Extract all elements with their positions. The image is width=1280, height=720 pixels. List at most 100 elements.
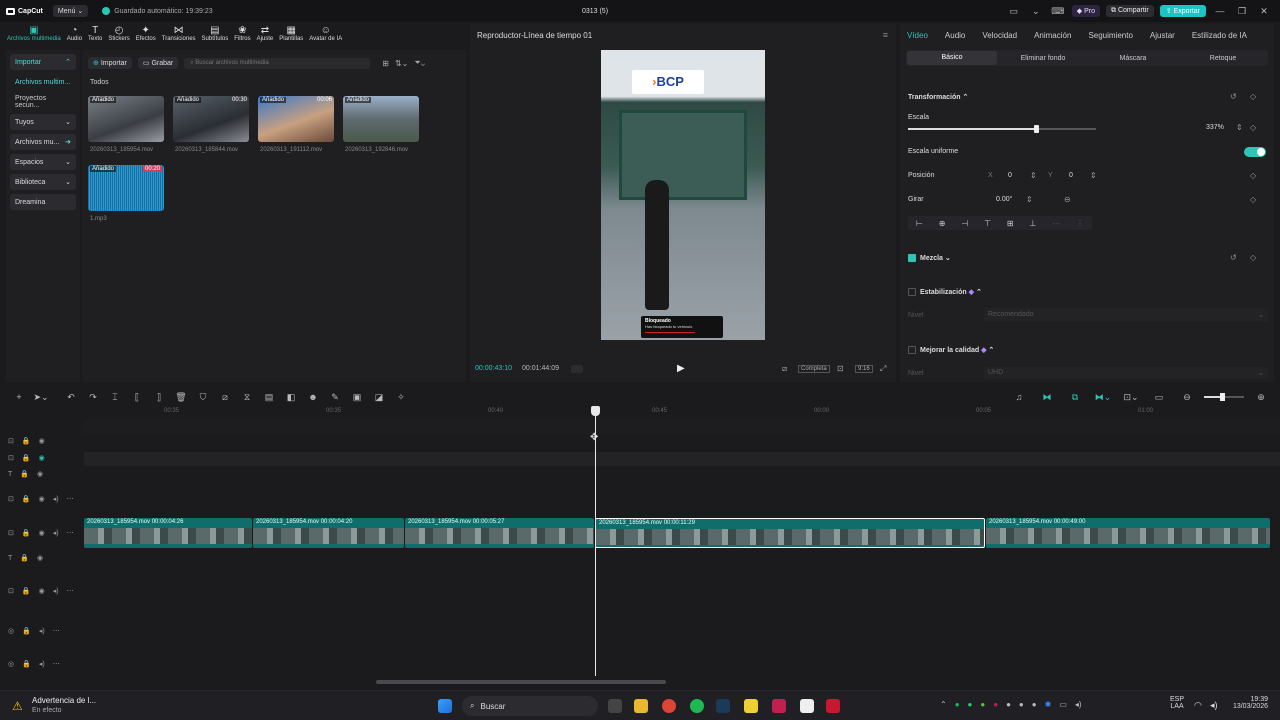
lock-icon[interactable]: 🔒 [22, 495, 31, 503]
quality-checkbox[interactable] [908, 346, 916, 354]
language-indicator[interactable]: ESP LAA [1170, 696, 1184, 710]
stepper-icon[interactable]: ⇕ [1030, 171, 1037, 180]
media-search-input[interactable]: ⌕ Buscar archivos multimedia [184, 57, 371, 69]
subtab-basic[interactable]: Básico [907, 51, 997, 65]
restore-icon[interactable]: ❐ [1234, 6, 1250, 17]
lock-icon[interactable]: 🔒 [22, 660, 31, 668]
steam-icon[interactable] [716, 699, 730, 713]
spotify-icon[interactable] [690, 699, 704, 713]
image-icon[interactable]: ◪ [368, 392, 390, 403]
keyframe-icon[interactable]: ◇ [1250, 253, 1256, 262]
tool-templates[interactable]: ▦ Plantillas [276, 22, 306, 48]
timeline-ruler[interactable]: 00:35 00:35 00:40 00:45 00:00 00:05 01:0… [84, 406, 1280, 418]
quality-mode[interactable]: Completa [798, 365, 830, 373]
tool-effects[interactable]: ✦ Efectos [133, 22, 159, 48]
playhead-handle[interactable] [591, 406, 600, 416]
tool-adjust[interactable]: ⇄ Ajuste [254, 22, 277, 48]
filter-all-label[interactable]: Todos [90, 79, 109, 86]
video-clip[interactable]: 20260313_185954.mov 00:00:04:20 [253, 518, 404, 548]
export-button[interactable]: ⇪ Exportar [1159, 5, 1206, 17]
sidebar-item-spaces[interactable]: Espacios ⌄ [10, 154, 76, 170]
notification-title[interactable]: Advertencia de l... [32, 696, 96, 705]
subtab-mask[interactable]: Máscara [1088, 55, 1178, 62]
keyframe-icon[interactable]: ◇ [1250, 92, 1256, 101]
mirror-icon[interactable]: ◧ [280, 392, 302, 403]
chevron-down-icon[interactable]: ⌄ [1028, 6, 1044, 17]
whatsapp-icon[interactable]: ● [968, 700, 973, 709]
speed-icon[interactable]: ⧖ [236, 392, 258, 403]
eye-icon[interactable]: ◉ [37, 470, 43, 478]
project-title[interactable]: 0313 (5) [560, 8, 630, 15]
keyboard-icon[interactable]: ⌨ [1050, 6, 1066, 17]
tab-ai-style[interactable]: Estilizado de IA [1192, 31, 1247, 40]
eye-icon[interactable]: ◉ [39, 437, 45, 445]
crop-icon[interactable]: ⧄ [782, 364, 787, 374]
rotate-input[interactable]: 0.00° [996, 196, 1012, 203]
stepper-icon[interactable]: ⇕ [1090, 171, 1097, 180]
scale-value[interactable]: 337% [1206, 124, 1224, 131]
sidebar-item-import[interactable]: Importar ⌃ [10, 54, 76, 70]
timeline-scrollbar[interactable] [376, 680, 666, 684]
pos-y-input[interactable]: 0 [1069, 172, 1073, 179]
windows-start-icon[interactable] [438, 699, 452, 713]
link-icon[interactable]: ⧓ [1036, 392, 1058, 403]
pro-button[interactable]: ◆ Pro [1071, 5, 1101, 17]
lock-icon[interactable]: 🔒 [22, 529, 31, 537]
media-thumb[interactable]: Añadido [343, 96, 419, 142]
import-button[interactable]: ⊕ Importar [88, 57, 132, 69]
tool-text[interactable]: T Texto [85, 22, 105, 48]
lock-icon[interactable]: 🔒 [22, 437, 31, 445]
xbox-icon[interactable]: ● [980, 700, 985, 709]
align-center-icon[interactable]: ⊕ [939, 219, 946, 228]
sort-icon[interactable]: ⇅⌄ [395, 59, 408, 68]
tool-stickers[interactable]: ◴ Stickers [105, 22, 132, 48]
tab-adjust[interactable]: Ajustar [1150, 31, 1175, 40]
keyframe-icon[interactable]: ◇ [1250, 171, 1256, 180]
eye-icon[interactable]: ◉ [37, 554, 43, 562]
media-thumb[interactable]: Añadido 00:30 [173, 96, 249, 142]
network-icon[interactable]: ▭ [1059, 700, 1067, 709]
distribute-h-icon[interactable]: ⋯ [1052, 219, 1060, 228]
sticky-notes-icon[interactable] [744, 699, 758, 713]
menu-icon[interactable]: ≡ [883, 30, 888, 40]
file-explorer-icon[interactable] [634, 699, 648, 713]
sidebar-item-media[interactable]: Archivos multim... [10, 74, 76, 90]
audio-thumb[interactable]: Añadido 00:20 [88, 165, 164, 211]
tab-audio[interactable]: Audio [945, 31, 965, 40]
tool-subtitles[interactable]: ▤ Subtítulos [199, 22, 232, 48]
grid-view-icon[interactable]: ⊞ [382, 59, 389, 68]
media-thumb[interactable]: Añadido 00:06 [258, 96, 334, 142]
align-right-icon[interactable]: ⊣ [961, 219, 968, 228]
blend-checkbox[interactable] [908, 254, 916, 262]
steam-tray-icon[interactable]: ● [1006, 700, 1011, 709]
delete-icon[interactable]: 🗑 [170, 392, 192, 403]
video-clip[interactable]: 20260313_185954.mov 00:00:05:27 [405, 518, 594, 548]
scale-slider[interactable] [908, 125, 1096, 133]
minimize-icon[interactable]: — [1212, 6, 1228, 16]
distribute-v-icon[interactable]: ⋮ [1076, 219, 1084, 228]
sidebar-item-media-files[interactable]: Archivos mu... ➜ [10, 134, 76, 150]
lock-icon[interactable]: 🔒 [20, 554, 29, 562]
eye-icon[interactable]: ◉ [39, 529, 45, 537]
magic-icon[interactable]: ✎ [324, 392, 346, 403]
zoom-out-icon[interactable]: ⊖ [1176, 392, 1198, 403]
more-icon[interactable]: ⋯ [67, 495, 74, 503]
bluetooth-icon[interactable]: ✱ [1045, 700, 1052, 709]
shield-icon[interactable]: ⛉ [192, 392, 214, 403]
stepper-icon[interactable]: ⇕ [1236, 123, 1243, 132]
freeze-icon[interactable]: ▤ [258, 392, 280, 403]
subtab-remove-bg[interactable]: Eliminar fondo [998, 55, 1088, 62]
stabilize-heading[interactable]: Estabilización ◆ ⌃ [920, 288, 982, 296]
timecode-toggle[interactable] [571, 365, 583, 373]
nvidia-icon[interactable]: ● [1032, 700, 1037, 709]
lock-icon[interactable]: 🔒 [22, 627, 31, 635]
play-icon[interactable]: ▶ [677, 363, 685, 374]
speaker-icon[interactable]: ◂) [39, 660, 45, 668]
undo-icon[interactable]: ↶ [60, 392, 82, 403]
microphone-icon[interactable]: ♫ [1008, 392, 1030, 402]
focus-icon[interactable]: ⊡ [837, 364, 844, 373]
add-track-icon[interactable]: + [8, 392, 30, 402]
ai-icon[interactable]: ✧ [390, 392, 412, 403]
align-top-icon[interactable]: ⊤ [984, 219, 991, 228]
uniform-scale-toggle[interactable] [1244, 147, 1266, 157]
